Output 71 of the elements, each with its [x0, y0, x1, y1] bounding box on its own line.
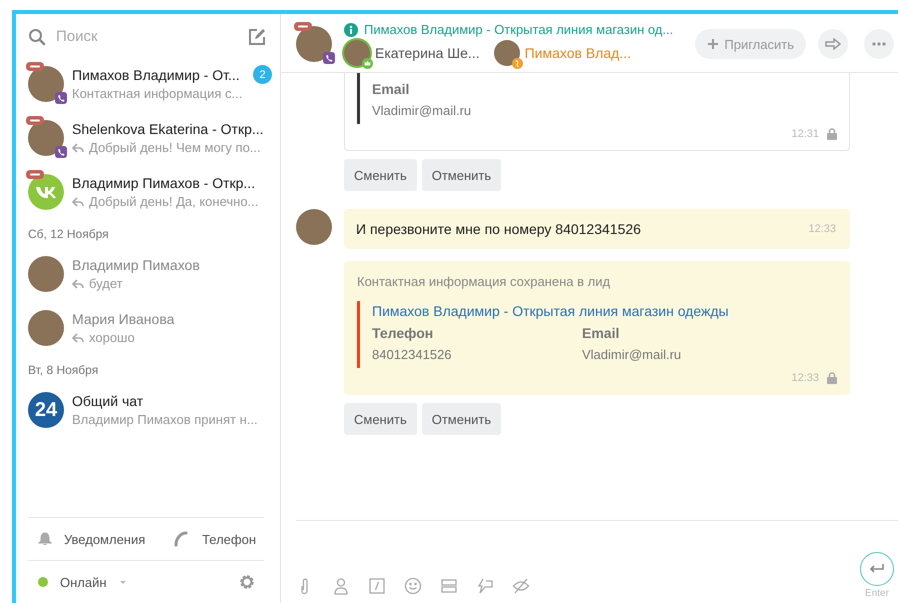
info-icon[interactable]	[344, 22, 358, 36]
search-icon[interactable]	[28, 28, 46, 46]
phone-bubble-icon	[323, 52, 335, 64]
chat-preview: Контактная информация с...	[72, 86, 242, 101]
stack-icon[interactable]	[440, 577, 458, 595]
field-value: Vladimir@mail.ru	[372, 103, 472, 118]
field-value: 84012341526	[372, 347, 453, 362]
send-hint: Enter	[865, 588, 889, 599]
slash-box-icon[interactable]	[368, 577, 386, 595]
participant-name[interactable]: Екатерина Ше...	[375, 45, 480, 61]
action-button[interactable]: Отменить	[422, 159, 502, 191]
chat-name: Общий чат	[72, 393, 144, 409]
message-time: 12:31	[791, 128, 819, 140]
message-text: И перезвоните мне по номеру 84012341526	[356, 221, 641, 237]
smiley-icon[interactable]	[404, 577, 422, 595]
chat-item[interactable]: Shelenkova Ekaterina - Откр... Добрый день! Чем могу по...	[16, 111, 280, 165]
chat-name: Владимир Пимахов	[72, 257, 201, 273]
date-label: Сб, 12 Ноября	[27, 226, 110, 243]
action-button[interactable]: Сменить	[344, 403, 417, 435]
chat-item[interactable]: Владимир Пимахов будет	[16, 247, 280, 301]
field-value: Vladimir@mail.ru	[582, 347, 682, 362]
chat-item[interactable]: 24 Общий чат Владимир Пимахов принят н...	[16, 383, 280, 437]
phone-handset-icon	[172, 530, 190, 548]
arrow-right-icon	[825, 38, 841, 50]
notice-text: Контактная информация сохранена в лид	[357, 274, 612, 289]
action-button[interactable]: Отменить	[422, 403, 502, 435]
chat-item[interactable]: Пимахов Владимир - От... Контактная информация с... 2	[16, 57, 280, 111]
chat-name: Пимахов Владимир - От...	[72, 67, 241, 83]
compose-icon[interactable]	[248, 28, 266, 46]
forward-button[interactable]	[818, 29, 848, 59]
lightning-bubble-icon[interactable]	[476, 577, 494, 595]
chat-name: Мария Иванова	[72, 311, 176, 327]
notifications-button[interactable]: Уведомления	[38, 532, 146, 546]
more-button[interactable]	[864, 29, 894, 59]
lead-link[interactable]: Пимахов Владимир - Открытая линия магазин одежды	[372, 303, 837, 319]
message-time: 12:33	[808, 223, 836, 235]
avatar-photo-placeholder	[344, 40, 370, 66]
bell-icon	[38, 532, 52, 546]
send-button[interactable]	[860, 552, 894, 586]
chat-preview: Добрый день! Чем могу по...	[89, 140, 261, 155]
return-arrow-icon	[869, 563, 885, 575]
unread-count: 2	[253, 65, 272, 84]
field-label: Email	[582, 325, 620, 341]
chat-preview: будет	[89, 276, 123, 291]
avatar-photo-placeholder	[28, 256, 64, 292]
phone-button[interactable]: Телефон	[172, 530, 256, 548]
more-icon	[872, 42, 886, 46]
globe-badge-icon	[512, 58, 523, 69]
chat-preview: Владимир Пимахов принят н...	[72, 412, 258, 427]
crown-badge-icon	[362, 58, 373, 69]
person-icon[interactable]	[332, 577, 350, 595]
chat-name: Владимир Пимахов - Откр...	[72, 175, 256, 191]
settings-icon[interactable]	[238, 573, 256, 591]
chat-preview: Добрый день! Да, конечно...	[89, 194, 258, 209]
status-selector[interactable]: Онлайн	[38, 574, 127, 590]
date-label: Вт, 8 Ноября	[27, 362, 100, 379]
caret-icon	[118, 580, 127, 584]
chat-item[interactable]: Владимир Пимахов - Откр... Добрый день! Да, конечно...	[16, 165, 280, 219]
chat-avatar: 24	[28, 392, 64, 428]
field-label: Email	[372, 81, 410, 97]
action-button[interactable]: Сменить	[344, 159, 417, 191]
avatar-photo-placeholder	[494, 40, 520, 66]
field-label: Телефон	[372, 325, 434, 341]
vk-logo-icon	[28, 174, 64, 210]
message-time: 12:33	[791, 372, 819, 384]
plus-icon	[707, 38, 720, 50]
avatar-photo-placeholder	[28, 310, 64, 346]
chat-name: Shelenkova Ekaterina - Откр...	[72, 121, 265, 137]
chat-preview: хорошо	[89, 330, 135, 345]
crossed-eye-icon[interactable]	[512, 577, 530, 595]
chat-item[interactable]: Мария Иванова хорошо	[16, 301, 280, 355]
